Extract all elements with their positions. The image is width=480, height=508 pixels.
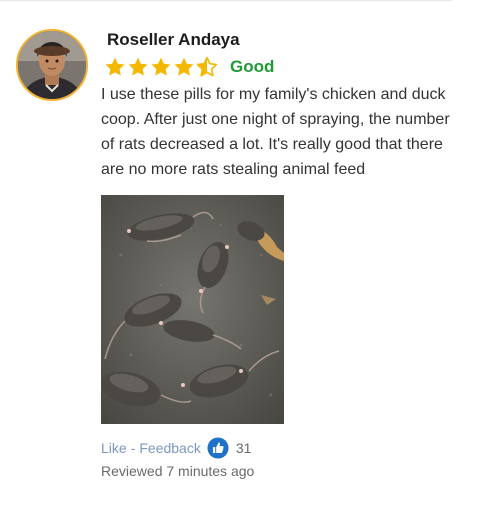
rating-label: Good xyxy=(230,57,275,76)
star-rating xyxy=(104,56,219,78)
review-timestamp: Reviewed 7 minutes ago xyxy=(101,463,255,479)
star-icon xyxy=(105,57,125,76)
star-icon xyxy=(151,57,171,76)
avatar-image xyxy=(18,31,86,99)
thumbs-up-icon[interactable] xyxy=(207,437,229,459)
review-photo-image xyxy=(101,195,284,424)
like-count: 31 xyxy=(235,440,252,456)
top-divider xyxy=(0,0,452,1)
feedback-link[interactable]: Feedback xyxy=(139,440,200,456)
review-actions: Like - Feedback 31 xyxy=(101,437,251,459)
star-icon xyxy=(128,57,148,76)
like-link[interactable]: Like xyxy=(101,440,127,456)
half-star-icon xyxy=(196,56,218,77)
star-icon xyxy=(174,57,194,76)
reviewer-name: Roseller Andaya xyxy=(107,30,240,49)
review-photo[interactable] xyxy=(101,195,284,424)
review-card: Roseller Andaya Good I use these pills f… xyxy=(0,0,480,508)
review-text: I use these pills for my family's chicke… xyxy=(101,86,450,178)
avatar xyxy=(16,29,88,101)
rating-row: Good xyxy=(104,55,274,79)
actions-separator: - xyxy=(130,440,136,456)
